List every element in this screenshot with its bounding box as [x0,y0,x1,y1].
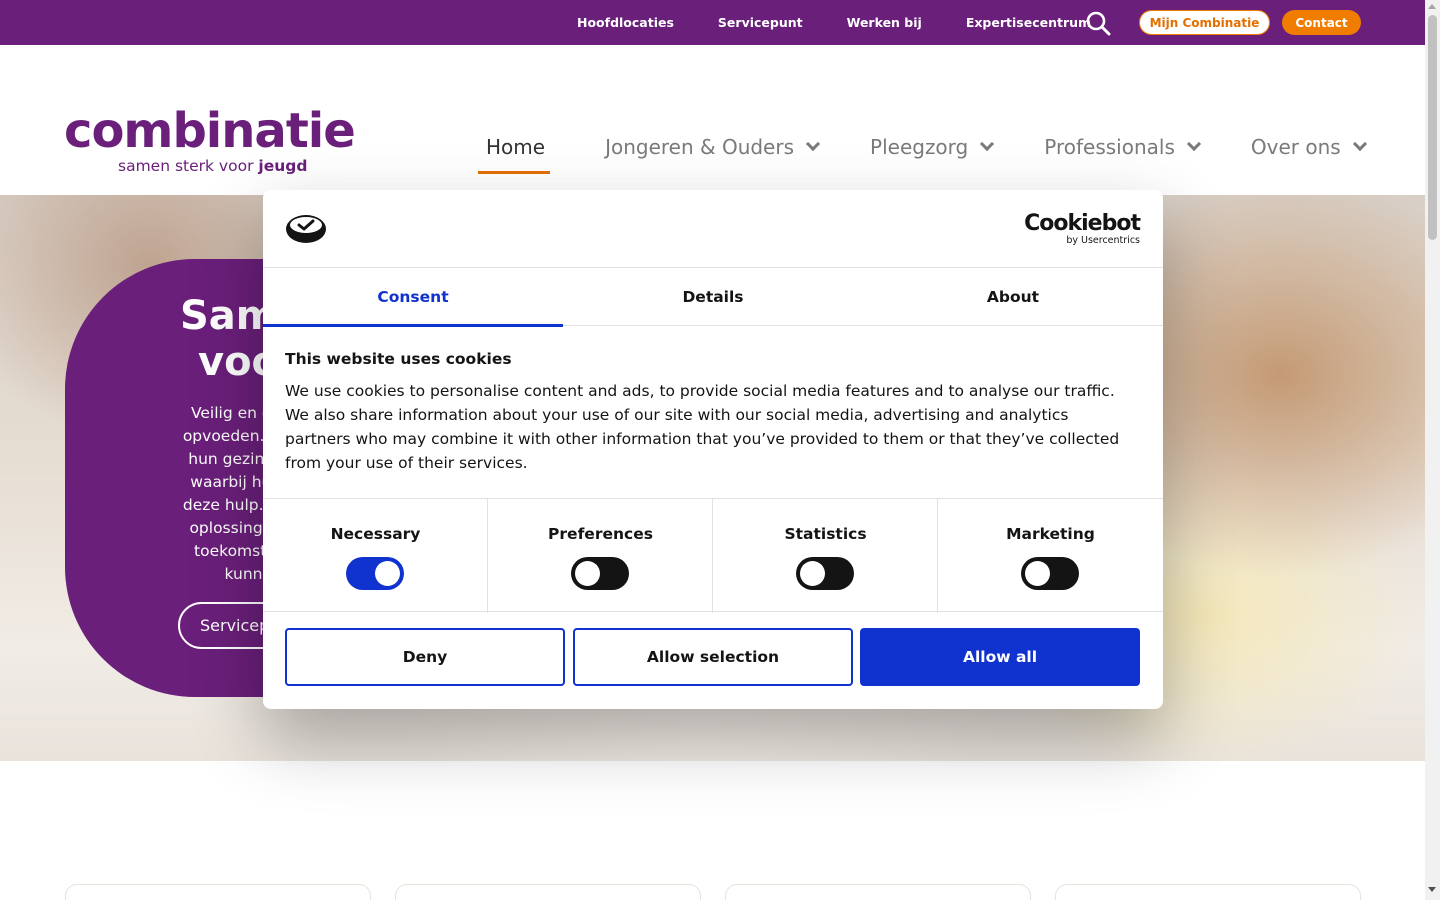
link-servicepunt[interactable]: Servicepunt [718,15,803,30]
nav-label: Over ons [1250,135,1341,159]
chevron-down-icon [980,136,995,152]
dialog-text: We use cookies to personalise content an… [285,382,1120,472]
nav-label: Jongeren & Ouders [605,135,795,159]
toggle-knob [1025,561,1050,586]
category-label: Statistics [784,525,867,543]
site-header: combinatie samen sterk voor jeugd Home J… [0,45,1425,195]
cookie-consent-dialog: Cookiebot by Usercentrics Consent Detail… [263,190,1163,709]
search-icon[interactable] [1084,9,1112,37]
tab-details[interactable]: Details [563,268,863,326]
nav-label: Professionals [1044,135,1175,159]
tab-about[interactable]: About [863,268,1163,326]
nav-item-pleegzorg[interactable]: Pleegzorg [870,135,995,159]
category-marketing: Marketing [938,499,1163,613]
logo-tagline-text: samen sterk voor [118,157,259,175]
deny-button[interactable]: Deny [285,628,565,686]
category-preferences: Preferences [488,499,713,613]
content-card[interactable] [65,884,371,900]
content-card[interactable] [395,884,701,900]
content-card[interactable] [725,884,1031,900]
dialog-header: Cookiebot by Usercentrics [263,190,1163,268]
scroll-down-arrow-icon[interactable] [1428,887,1436,892]
toggle-knob [375,561,400,586]
scrollbar-thumb[interactable] [1428,15,1437,240]
category-necessary: Necessary [263,499,488,613]
cookiebot-logo[interactable]: Cookiebot by Usercentrics [1024,211,1141,246]
mijn-combinatie-button[interactable]: Mijn Combinatie [1139,10,1270,35]
logo-tagline-bold: jeugd [258,157,308,175]
preferences-toggle[interactable] [571,557,629,590]
allow-selection-button[interactable]: Allow selection [573,628,853,686]
statistics-toggle[interactable] [796,557,854,590]
marketing-toggle[interactable] [1021,557,1079,590]
contact-button[interactable]: Contact [1282,10,1361,35]
chevron-down-icon [1352,136,1367,152]
main-nav: Home Jongeren & Ouders Pleegzorg Profess… [478,132,1367,174]
chevron-down-icon [805,136,821,152]
cookie-categories: Necessary Preferences Statistics Marketi… [263,498,1163,613]
brand-by: by Usercentrics [1066,235,1140,246]
content-card[interactable] [1055,884,1361,900]
link-werken-bij[interactable]: Werken bij [847,15,922,30]
category-label: Marketing [1006,525,1095,543]
nav-item-home[interactable]: Home [478,135,553,174]
link-hoofdlocaties[interactable]: Hoofdlocaties [577,15,674,30]
toggle-knob [800,561,825,586]
category-statistics: Statistics [713,499,938,613]
necessary-toggle[interactable] [346,557,404,590]
combinatie-logo[interactable]: combinatie samen sterk voor jeugd [64,103,356,175]
logo-tagline: samen sterk voor jeugd [118,157,319,175]
toggle-knob [575,561,600,586]
nav-item-over-ons[interactable]: Over ons [1250,135,1367,159]
nav-item-professionals[interactable]: Professionals [1044,135,1201,159]
logo-wordmark: combinatie [64,103,356,159]
nav-label: Pleegzorg [870,135,969,159]
chevron-down-icon [1186,136,1201,152]
nav-label: Home [486,135,546,159]
dialog-tabs: Consent Details About [263,268,1163,327]
scroll-up-arrow-icon[interactable] [1428,4,1436,9]
cookie-logo-icon [285,212,327,244]
active-underline [478,171,550,174]
category-label: Preferences [548,525,653,543]
vertical-scrollbar[interactable] [1425,0,1440,900]
category-label: Necessary [330,525,421,543]
tab-consent[interactable]: Consent [263,268,563,327]
link-expertisecentrum[interactable]: Expertisecentrum [966,15,1091,30]
allow-all-button[interactable]: Allow all [860,628,1140,686]
top-utility-bar: Hoofdlocaties Servicepunt Werken bij Exp… [0,0,1425,45]
nav-item-jongeren-ouders[interactable]: Jongeren & Ouders [605,135,821,159]
page: Hoofdlocaties Servicepunt Werken bij Exp… [0,0,1440,900]
dialog-title: This website uses cookies [285,350,512,368]
brand-name: Cookiebot [1024,211,1141,236]
utility-links: Hoofdlocaties Servicepunt Werken bij Exp… [555,0,1113,45]
